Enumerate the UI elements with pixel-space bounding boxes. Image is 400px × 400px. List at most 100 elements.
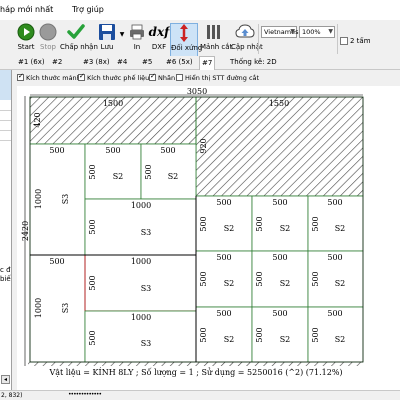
menu-item-help[interactable]: Trợ giúp	[72, 5, 104, 14]
option-labels[interactable]: Nhãn	[149, 72, 175, 82]
piece-name-label: S3	[141, 228, 152, 237]
cutting-layout-canvas: 3050 2420 1500 1550 420 920 500 1000 S3 …	[17, 86, 400, 390]
piece-width-label: 500	[272, 198, 287, 207]
piece-width-label: 500	[216, 198, 231, 207]
piece-height-label: 500	[255, 327, 264, 342]
piece-height-label: 500	[88, 330, 97, 345]
piece-name-label: S2	[335, 279, 346, 288]
piece-width-label: 500	[49, 146, 64, 155]
scroll-left-button[interactable]: ◂	[1, 375, 10, 384]
dxf-label: DXF	[151, 43, 167, 51]
piece-height-label: 500	[255, 216, 264, 231]
language-select[interactable]: Vietnames ▼	[261, 26, 298, 38]
piece-height-label: 500	[311, 271, 320, 286]
swap-button[interactable]: Đối xứng	[170, 23, 202, 57]
piece-name-label: S2	[113, 172, 124, 181]
stop-button[interactable]: Stop	[38, 23, 58, 57]
piece-name-label: S2	[224, 335, 235, 344]
piece-height-label: 500	[199, 327, 208, 342]
stop-icon	[39, 23, 57, 41]
piece-width-label: 500	[160, 146, 175, 155]
tab-6[interactable]: #6 (5x)	[166, 58, 193, 66]
save-dropdown-button[interactable]: ▼	[118, 23, 126, 57]
two-sheets-label: 2 tấm	[350, 37, 371, 45]
cursor-coordinates: 2, 832)	[1, 392, 23, 399]
progress-indicator: •••••••••••••	[68, 391, 102, 398]
piece-name-label: S3	[61, 303, 70, 314]
toolbar-separator	[337, 24, 338, 54]
cloud-upload-icon	[235, 24, 255, 38]
dxf-button[interactable]: dxf DXF	[148, 23, 170, 57]
menu-item-latest[interactable]: háp mới nhất	[0, 5, 53, 14]
play-icon	[17, 23, 35, 41]
piece-name-label: S2	[280, 224, 291, 233]
scrap-width-label: 1500	[103, 99, 123, 108]
zoom-value: 100%	[302, 28, 321, 36]
cutting-layout-svg: 3050 2420 1500 1550 420 920 500 1000 S3 …	[21, 87, 364, 377]
tab-1[interactable]: #1 (6x)	[18, 58, 45, 66]
status-bar: 2, 832) •••••••••••••	[0, 390, 400, 400]
tab-7[interactable]: #7	[199, 56, 216, 70]
left-panel-line: biến	[0, 275, 11, 283]
sheet-width-label: 3050	[187, 87, 207, 96]
save-label: Lưu	[100, 43, 114, 51]
chevron-down-icon: ▼	[119, 31, 125, 38]
left-row-divider	[0, 130, 11, 131]
option-piece-size[interactable]: Kích thước mảnh	[17, 72, 81, 82]
scrap-top-right	[195, 96, 364, 197]
piece-name-label: S3	[141, 339, 152, 348]
checkmark-icon	[67, 24, 85, 39]
option-cut-order[interactable]: Hiển thị STT đường cắt	[176, 74, 259, 82]
piece-width-label: 500	[327, 198, 342, 207]
bar-chart-icon	[207, 25, 220, 39]
left-panel-text: c đ biến	[0, 266, 11, 284]
print-button[interactable]: In	[128, 23, 146, 57]
sheet-label: Mảnh cắt	[200, 43, 233, 51]
material-summary: Vật liệu = KÍNH 8LY ; Số lượng = 1 ; Sử …	[48, 368, 342, 377]
left-panel-selection[interactable]	[0, 70, 11, 100]
toolbar-separator	[258, 24, 259, 54]
sheet-button[interactable]: Mảnh cắt	[200, 23, 233, 57]
accept-button[interactable]: Chấp nhận	[60, 23, 98, 57]
accept-label: Chấp nhận	[60, 43, 98, 51]
stop-label: Stop	[40, 43, 56, 51]
tab-statistics[interactable]: Thống kê: 2D	[230, 58, 277, 66]
chevron-down-icon: ▼	[290, 28, 295, 35]
piece-name-label: S2	[335, 224, 346, 233]
left-row-divider	[0, 120, 11, 121]
piece-name-label: S2	[224, 279, 235, 288]
zoom-select[interactable]: 100% ▼	[299, 26, 335, 38]
piece-width-label: 500	[216, 309, 231, 318]
start-button[interactable]: Start	[15, 23, 37, 57]
option-label: Kích thước mảnh	[26, 74, 81, 82]
piece-height-label: 500	[144, 164, 153, 179]
update-button[interactable]: Cập nhật	[231, 23, 263, 57]
checkbox-unchecked[interactable]	[176, 74, 183, 81]
piece-height-label: 1000	[34, 189, 43, 209]
print-label: In	[133, 43, 141, 51]
tab-4[interactable]: #4	[117, 58, 127, 66]
tabs-row: #1 (6x) #2 #3 (8x) #4 #5 #6 (5x) #7 Thốn…	[0, 56, 400, 70]
piece-height-label: 500	[199, 216, 208, 231]
two-sheets-checkbox[interactable]	[340, 37, 348, 45]
tab-5[interactable]: #5	[142, 58, 152, 66]
checkbox-checked[interactable]	[17, 72, 24, 81]
chevron-down-icon: ▼	[328, 28, 333, 35]
piece-height-label: 1000	[34, 298, 43, 318]
tab-2[interactable]: #2	[52, 58, 62, 66]
checkbox-checked[interactable]	[149, 72, 156, 81]
left-row-divider	[0, 140, 11, 141]
piece-name-label: S3	[61, 194, 70, 205]
piece-width-label: 1000	[131, 257, 151, 266]
piece-height-label: 500	[199, 271, 208, 286]
piece-width-label: 500	[272, 309, 287, 318]
option-scrap-size[interactable]: Kích thước phế liệu	[78, 72, 149, 82]
save-button[interactable]: Lưu	[96, 23, 118, 57]
tab-3[interactable]: #3 (8x)	[83, 58, 110, 66]
scrap-height-label: 420	[33, 112, 42, 127]
piece-height-label: 500	[311, 327, 320, 342]
update-label: Cập nhật	[231, 43, 263, 51]
piece-name-label: S2	[280, 335, 291, 344]
piece-height-label: 500	[311, 216, 320, 231]
checkbox-checked[interactable]	[78, 72, 85, 81]
